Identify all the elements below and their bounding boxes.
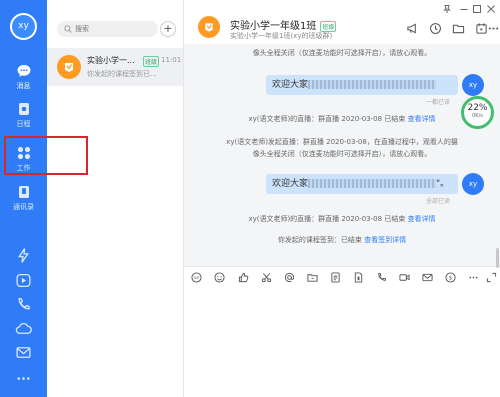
dollar-icon[interactable]: $: [445, 272, 456, 283]
system-message: xy(语文老师)发起直播：群直播 2020-03-08，在直播过程中，观看人的摄: [184, 137, 500, 147]
nav-label-messages: 消息: [16, 82, 31, 90]
conversation-list-panel: + 实验小学一... 班级 11:01 你发起的课程签到已...: [47, 0, 184, 397]
speed-rate: 0K/s: [472, 113, 483, 119]
read-status: 一都已读: [426, 99, 451, 106]
nav-label-contacts: 通讯录: [13, 203, 34, 211]
view-signin-details-link[interactable]: 查看签到详情: [364, 236, 406, 244]
system-message: 像头全程关闭（仅连麦功能时可选择开启），请放心观看。: [184, 48, 500, 58]
gif-icon[interactable]: GIF: [191, 272, 202, 283]
search-icon: [64, 25, 72, 33]
play-icon[interactable]: [15, 272, 32, 289]
search-box[interactable]: [57, 21, 158, 37]
app-window: xy 消息 日程 工作 通讯录 搜索 + 实验小学一... 班级 11:01 你…: [0, 0, 500, 397]
class-tag: 班级: [143, 56, 160, 67]
cloud-icon[interactable]: [15, 320, 32, 337]
class-group-logo: [57, 55, 81, 79]
thumbs-up-icon[interactable]: [238, 272, 249, 283]
more-icon[interactable]: [15, 370, 32, 387]
redacted-text: [308, 80, 437, 89]
file-icon[interactable]: [353, 272, 364, 283]
doc-icon[interactable]: [330, 272, 341, 283]
system-message-text: xy(语文老师)的直播：群直播 2020-03-08 已结束: [248, 215, 406, 223]
chat-panel: 实验小学一年级1班 班级 实验小学一年级1班(xy的班级群) 像头全程关闭（仅连…: [184, 0, 500, 397]
clock-icon[interactable]: [429, 22, 442, 35]
read-status: 全部已读: [426, 198, 451, 205]
svg-text:GIF: GIF: [193, 276, 199, 280]
message-text: 欢迎大家: [272, 80, 309, 90]
pin-icon[interactable]: [442, 4, 452, 14]
expand-icon[interactable]: [486, 272, 497, 283]
maximize-icon[interactable]: [472, 4, 482, 14]
nav-label-schedule: 日程: [16, 120, 31, 128]
calendar-icon: [16, 101, 32, 117]
chat-header: 实验小学一年级1班 班级 实验小学一年级1班(xy的班级群): [184, 0, 500, 44]
close-icon[interactable]: [486, 4, 496, 14]
megaphone-icon[interactable]: [406, 22, 419, 35]
chat-bubble-icon: [16, 63, 32, 79]
conversation-name: 实验小学一...: [87, 56, 135, 65]
system-message-text: 像头全程关闭（仅连麦功能时可选择开启），请放心观看。: [252, 150, 432, 158]
system-message-text: 像头全程关闭（仅连麦功能时可选择开启），请放心观看。: [252, 49, 432, 57]
chat-subtitle: 实验小学一年级1班(xy的班级群): [230, 32, 333, 40]
user-avatar[interactable]: xy: [10, 13, 37, 40]
video-icon[interactable]: [399, 272, 410, 283]
nav-item-messages[interactable]: 消息: [0, 63, 47, 91]
mail-icon[interactable]: [422, 272, 433, 283]
message-input-bar[interactable]: GIF $: [184, 266, 500, 397]
phone-icon[interactable]: [15, 296, 32, 313]
system-message-text: xy(语文老师)的直播：群直播 2020-03-08 已结束: [248, 115, 406, 123]
message-bubble[interactable]: 欢迎大家 "。: [266, 174, 458, 194]
system-message: 像头全程关闭（仅连麦功能时可选择开启），请放心观看。: [184, 149, 500, 159]
sender-avatar[interactable]: xy: [462, 173, 484, 195]
left-nav-rail: xy 消息 日程 工作 通讯录: [0, 0, 47, 397]
view-details-link[interactable]: 查看详情: [408, 215, 436, 223]
message-text: 欢迎大家: [272, 179, 309, 189]
message-area: 像头全程关闭（仅连麦功能时可选择开启），请放心观看。 欢迎大家 xy 一都已读 …: [184, 44, 500, 266]
system-message: xy(语文老师)的直播：群直播 2020-03-08 已结束 查看详情: [184, 214, 500, 224]
mail-icon[interactable]: [15, 344, 32, 361]
emoji-icon[interactable]: [214, 272, 225, 283]
conversation-preview: 你发起的课程签到已...: [87, 70, 157, 78]
view-details-link[interactable]: 查看详情: [408, 115, 436, 123]
scissors-icon[interactable]: [261, 272, 272, 283]
folder-icon[interactable]: [307, 272, 318, 283]
minimize-icon[interactable]: [459, 4, 469, 14]
message-bubble[interactable]: 欢迎大家: [266, 75, 458, 95]
nav-item-contacts[interactable]: 通讯录: [0, 184, 47, 212]
lightning-icon[interactable]: [15, 247, 32, 264]
highlight-box: [4, 136, 88, 175]
speed-percent: 22%: [467, 103, 488, 113]
system-message-text: 你发起的课程签到：已结束: [277, 236, 362, 244]
conversation-item[interactable]: 实验小学一... 班级 11:01 你发起的课程签到已...: [47, 48, 183, 86]
folder-icon[interactable]: [452, 22, 465, 35]
add-button[interactable]: +: [160, 21, 176, 37]
message-suffix: "。: [436, 179, 450, 189]
system-message: 你发起的课程签到：已结束 查看签到详情: [184, 235, 500, 245]
more-icon[interactable]: [468, 272, 479, 283]
system-message-text: xy(语文老师)发起直播：群直播 2020-03-08，在直播过程中，观看人的摄: [226, 138, 458, 146]
more-icon[interactable]: [487, 22, 500, 35]
sender-avatar[interactable]: xy: [462, 74, 484, 96]
system-message: xy(语文老师)的直播：群直播 2020-03-08 已结束 查看详情: [184, 114, 500, 124]
chat-title: 实验小学一年级1班 班级: [230, 17, 337, 32]
svg-text:$: $: [449, 276, 453, 282]
conversation-time: 11:01: [161, 56, 182, 64]
phone-icon[interactable]: [376, 272, 387, 283]
at-icon[interactable]: [284, 272, 295, 283]
redacted-text: [308, 179, 437, 188]
nav-item-schedule[interactable]: 日程: [0, 101, 47, 129]
search-input[interactable]: [75, 23, 153, 35]
class-group-logo[interactable]: [198, 16, 220, 38]
network-speed-widget[interactable]: 22% 0K/s: [461, 96, 494, 129]
scrollbar-thumb[interactable]: [496, 248, 499, 268]
contacts-icon: [16, 184, 32, 200]
